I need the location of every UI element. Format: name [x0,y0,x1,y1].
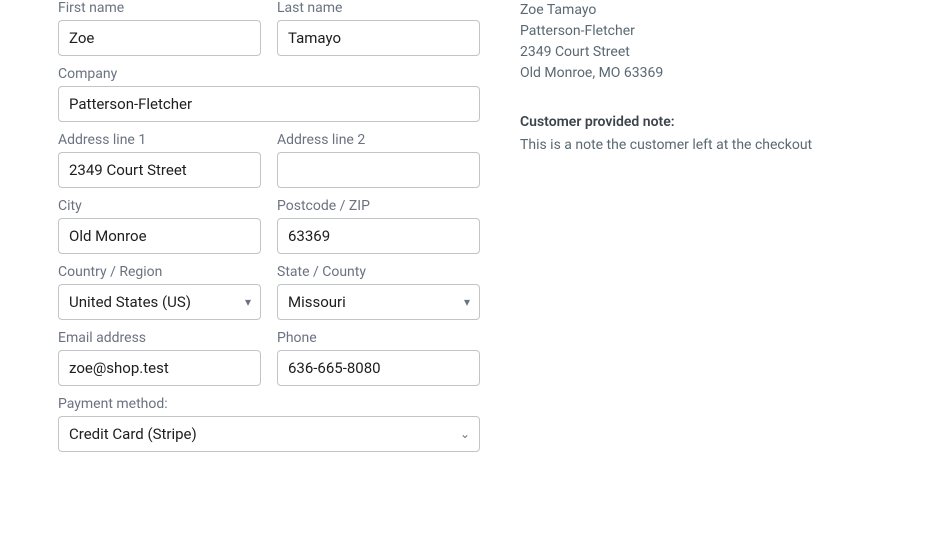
state-select[interactable]: Missouri [277,284,480,320]
customer-note-heading: Customer provided note: [520,112,940,133]
city-label: City [58,198,261,214]
phone-label: Phone [277,330,480,346]
field-country: Country / Region United States (US) ▾ [58,264,261,320]
customer-note-text: This is a note the customer left at the … [520,135,940,156]
city-input[interactable] [58,218,261,254]
field-address2: Address line 2 [277,132,480,188]
field-company: Company [58,66,480,122]
field-postcode: Postcode / ZIP [277,198,480,254]
field-phone: Phone [277,330,480,386]
field-email: Email address [58,330,261,386]
first-name-input[interactable] [58,20,261,56]
company-input[interactable] [58,86,480,122]
field-payment-method: Payment method: Credit Card (Stripe) ⌄ [58,396,480,452]
address2-input[interactable] [277,152,480,188]
last-name-label: Last name [277,0,480,16]
email-input[interactable] [58,350,261,386]
field-first-name: First name [58,0,261,56]
postcode-input[interactable] [277,218,480,254]
field-last-name: Last name [277,0,480,56]
address1-input[interactable] [58,152,261,188]
summary-panel: Zoe Tamayo Patterson-Fletcher 2349 Court… [520,0,940,540]
country-label: Country / Region [58,264,261,280]
first-name-label: First name [58,0,261,16]
phone-input[interactable] [277,350,480,386]
summary-company: Patterson-Fletcher [520,21,940,42]
payment-method-select[interactable]: Credit Card (Stripe) [58,416,480,452]
last-name-input[interactable] [277,20,480,56]
summary-name: Zoe Tamayo [520,0,940,21]
country-select[interactable]: United States (US) [58,284,261,320]
address1-label: Address line 1 [58,132,261,148]
billing-form: First name Last name Company Address lin… [0,0,480,540]
summary-city-state-zip: Old Monroe, MO 63369 [520,63,940,84]
address2-label: Address line 2 [277,132,480,148]
state-label: State / County [277,264,480,280]
postcode-label: Postcode / ZIP [277,198,480,214]
company-label: Company [58,66,480,82]
email-label: Email address [58,330,261,346]
field-address1: Address line 1 [58,132,261,188]
summary-street: 2349 Court Street [520,42,940,63]
field-state: State / County Missouri ▾ [277,264,480,320]
payment-label: Payment method: [58,396,480,412]
field-city: City [58,198,261,254]
